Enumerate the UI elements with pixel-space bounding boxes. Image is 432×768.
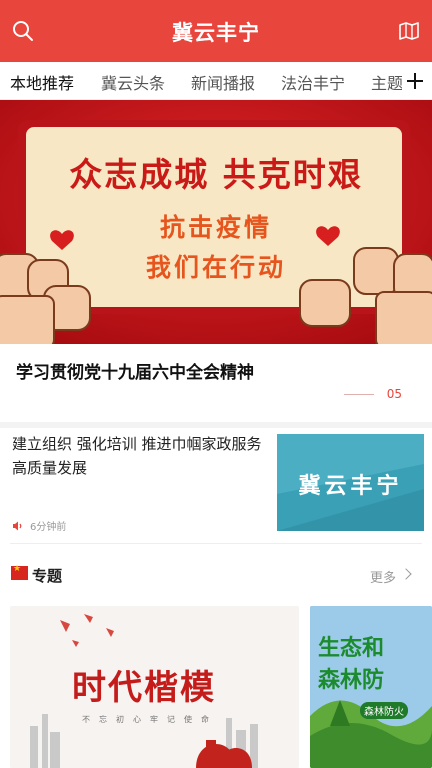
pager-line [344,394,374,395]
topic-card-model-of-era[interactable]: 时代楷模 不忘初心牢记使命 [10,606,299,768]
section-title: 专题 [32,567,63,585]
tab-jiyun-headlines[interactable]: 冀云头条 [101,70,165,94]
separator [10,543,422,544]
banner-page-indicator: 05 [386,387,402,401]
news-item[interactable]: 建立组织 强化培训 推进巾帼家政服务高质量发展 6分钟前 冀云丰宁 [0,428,432,540]
banner-slogan-1: 众志成城 共克时艰 [69,155,363,194]
banner-slogan-2: 抗击疫情 [159,213,272,242]
banner-caption[interactable]: 学习贯彻党十九届六中全会精神 05 [0,344,432,422]
app-header: 冀云丰宁 [0,0,432,62]
tab-local-recommend[interactable]: 本地推荐 [10,70,74,94]
banner-carousel[interactable]: 众志成城 共克时艰 抗击疫情 我们在行动 [0,100,432,344]
add-channel-icon[interactable] [402,64,428,98]
topic-section-header: 专题 更多 [0,556,432,596]
news-meta: 6分钟前 [12,518,66,533]
card1-title: 时代楷模 [72,668,216,708]
card2-title-line1: 生态和 [318,636,385,661]
news-title[interactable]: 建立组织 强化培训 推进巾帼家政服务高质量发展 [12,432,274,480]
card1-subtitle: 不忘初心牢记使命 [82,715,218,724]
tab-law-fengning[interactable]: 法治丰宁 [281,70,345,94]
news-thumbnail[interactable]: 冀云丰宁 [277,434,424,531]
banner-slogan-3: 我们在行动 [145,253,286,282]
map-icon[interactable] [398,21,420,41]
app-title: 冀云丰宁 [172,21,260,45]
tab-topics[interactable]: 主题 [371,70,403,94]
banner-headline[interactable]: 学习贯彻党十九届六中全会精神 [16,358,254,383]
tab-news-broadcast[interactable]: 新闻播报 [191,70,255,94]
news-time: 6分钟前 [30,522,67,533]
card2-tag: 森林防火 [360,702,408,719]
flag-icon [11,564,28,580]
thumbnail-text: 冀云丰宁 [298,474,403,499]
card2-title-line2: 森林防 [318,668,385,693]
channel-tabs: 本地推荐 冀云头条 新闻播报 法治丰宁 主题 [0,62,432,100]
topic-card-ecology[interactable]: 生态和 森林防 森林防火 [310,606,432,768]
more-link[interactable]: 更多 [370,567,396,586]
speaker-icon[interactable] [12,521,24,531]
chevron-right-icon[interactable] [400,568,412,580]
